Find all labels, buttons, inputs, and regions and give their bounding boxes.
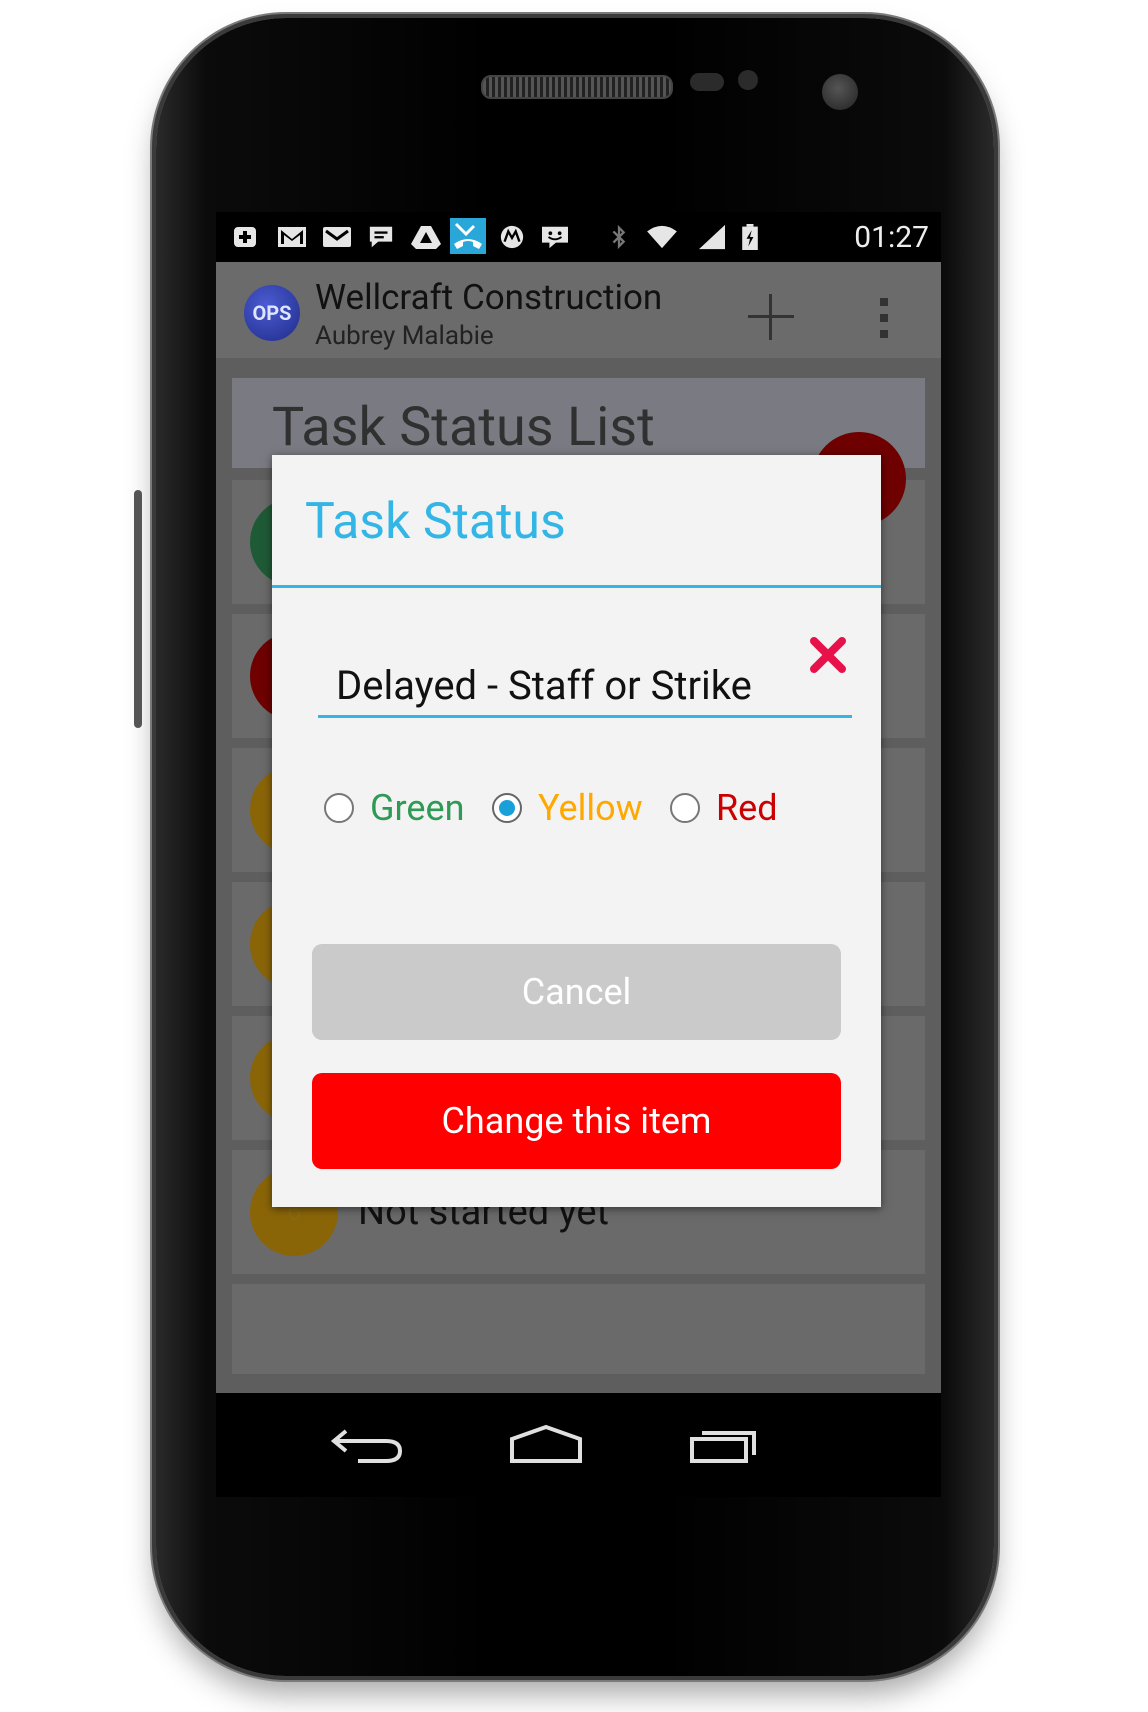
earpiece-speaker (481, 75, 673, 99)
chat-icon (369, 226, 393, 248)
task-status-dialog: Task Status Green Yellow Red Cancel Chan… (272, 455, 881, 1207)
recent-apps-icon[interactable] (686, 1421, 766, 1467)
home-icon[interactable] (506, 1421, 586, 1467)
clock: 01:27 (854, 220, 929, 255)
app-title: Wellcraft Construction (315, 277, 663, 318)
dialog-title-divider (272, 585, 881, 588)
radio-green[interactable]: Green (324, 785, 474, 835)
add-icon[interactable] (746, 292, 796, 342)
app-logo[interactable]: OPS (244, 285, 300, 341)
battery-icon (742, 224, 758, 250)
list-item (232, 1284, 925, 1374)
motorola-icon (500, 225, 524, 249)
messenger-icon (542, 226, 568, 249)
app-subtitle: Aubrey Malabie (315, 321, 494, 351)
gmail-icon (278, 227, 306, 247)
volume-button (134, 490, 142, 728)
front-camera (822, 74, 858, 110)
radio-label-yellow: Yellow (538, 787, 643, 829)
wifi-icon (647, 225, 677, 249)
radio-label-green: Green (370, 787, 465, 829)
back-icon[interactable] (328, 1421, 408, 1467)
light-sensor (738, 70, 758, 90)
radio-button[interactable] (670, 793, 700, 823)
proximity-sensor (690, 73, 724, 91)
status-color-radio-group: Green Yellow Red (324, 785, 844, 835)
add-icon (234, 227, 256, 247)
overflow-menu-icon[interactable] (876, 296, 892, 340)
status-name-input[interactable] (318, 655, 852, 718)
missed-call-icon (450, 218, 486, 254)
action-bar: OPS Wellcraft Construction Aubrey Malabi… (216, 262, 941, 358)
radio-yellow[interactable]: Yellow (492, 785, 652, 835)
radio-button[interactable] (324, 793, 354, 823)
bluetooth-icon (612, 224, 626, 250)
signal-icon (699, 224, 725, 250)
change-item-button[interactable]: Change this item (312, 1073, 841, 1169)
cancel-button[interactable]: Cancel (312, 944, 841, 1040)
radio-label-red: Red (716, 787, 778, 829)
mail-icon (323, 227, 351, 247)
radio-button-checked[interactable] (492, 793, 522, 823)
dialog-title: Task Status (305, 493, 566, 551)
navigation-bar (216, 1393, 941, 1497)
status-bar: 01:27 (216, 212, 941, 262)
radio-red[interactable]: Red (670, 785, 800, 835)
drive-icon (411, 226, 441, 249)
list-header-title: Task Status List (272, 396, 655, 459)
clear-icon[interactable] (806, 633, 850, 677)
